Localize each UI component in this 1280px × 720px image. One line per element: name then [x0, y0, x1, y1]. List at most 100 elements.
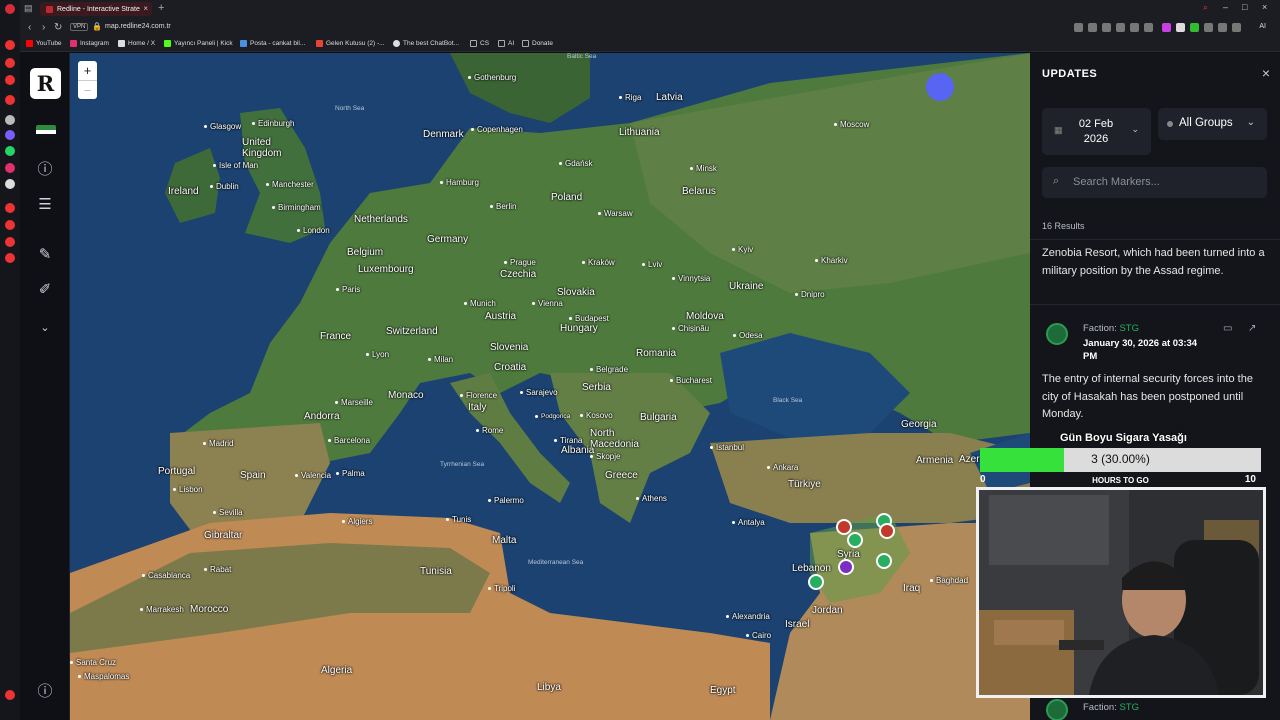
city-label: Vienna: [532, 299, 563, 308]
city-label: Ankara: [767, 463, 798, 472]
event-marker[interactable]: [879, 523, 895, 539]
tab-redline[interactable]: Redline - Interactive Strate ×: [40, 2, 152, 16]
group-filter-button[interactable]: All Groups ⌄: [1158, 108, 1267, 140]
sliders-icon[interactable]: ☰: [34, 194, 56, 216]
city-label: Rome: [476, 426, 503, 435]
discord-icon[interactable]: [926, 73, 954, 101]
zoom-out-button[interactable]: −: [78, 80, 97, 99]
sea-label: North Sea: [335, 105, 365, 112]
list-item[interactable]: Faction: STG: [1030, 696, 1280, 720]
sidebar-app-icon[interactable]: [5, 115, 15, 125]
country-label: Austria: [485, 311, 517, 322]
ai-button[interactable]: AI: [1259, 23, 1266, 30]
extension-icon[interactable]: [1176, 23, 1185, 32]
extension-icon[interactable]: [1130, 23, 1139, 32]
back-icon[interactable]: ‹: [28, 22, 31, 33]
minimize-icon[interactable]: –: [1223, 2, 1228, 12]
forward-icon[interactable]: ›: [42, 22, 45, 33]
instagram-icon[interactable]: [5, 163, 15, 173]
extension-icon[interactable]: [1102, 23, 1111, 32]
bookmark-item[interactable]: Home / X: [118, 40, 155, 47]
whatsapp-icon[interactable]: [5, 146, 15, 156]
city-label: Algiers: [342, 517, 372, 526]
bookmark-item[interactable]: Posta - cankat bil...: [240, 40, 305, 47]
zoom-in-button[interactable]: +: [78, 61, 97, 80]
sidebar-app-icon[interactable]: [5, 253, 15, 263]
calendar-icon: ▦: [1054, 125, 1063, 135]
extension-icon[interactable]: [1116, 23, 1125, 32]
sidebar-app-icon[interactable]: [5, 690, 15, 700]
city-label: Hamburg: [440, 178, 479, 187]
maximize-icon[interactable]: □: [1242, 2, 1247, 12]
redline-logo[interactable]: R: [30, 68, 61, 99]
bookmark-item[interactable]: Yayıncı Paneli | Kick: [164, 40, 233, 47]
country-label: Syria: [837, 549, 860, 560]
ruler-icon[interactable]: ✎: [34, 244, 56, 266]
bookmark-item[interactable]: AI: [498, 40, 514, 47]
extension-icon[interactable]: [1162, 23, 1171, 32]
lock-icon[interactable]: 🔒: [92, 22, 102, 31]
country-label: Algeria: [321, 665, 353, 676]
menu-icon[interactable]: [1232, 23, 1241, 32]
sidebar-app-icon[interactable]: [5, 220, 15, 230]
download-icon[interactable]: [1218, 23, 1227, 32]
faction-value[interactable]: STG: [1119, 702, 1139, 713]
bookmark-item[interactable]: YouTube: [26, 40, 62, 47]
bookmark-item[interactable]: Donate: [522, 40, 553, 47]
search-box: ⌕: [1042, 167, 1267, 198]
map-terrain: [70, 53, 1030, 720]
bookmark-item[interactable]: CS: [470, 40, 489, 47]
vpn-badge[interactable]: VPN: [70, 23, 89, 31]
city-label: Palermo: [488, 496, 524, 505]
search-icon[interactable]: ⌕: [1203, 2, 1208, 13]
event-marker[interactable]: [876, 553, 892, 569]
video-icon[interactable]: ▭: [1223, 323, 1232, 334]
event-marker[interactable]: [808, 574, 824, 590]
event-marker[interactable]: [847, 532, 863, 548]
date-filter-button[interactable]: ▦ 02 Feb 2026 ⌄: [1042, 108, 1151, 155]
sidebar-app-icon[interactable]: [5, 237, 15, 247]
country-label: Hungary: [560, 323, 598, 334]
syria-flag-icon[interactable]: [36, 125, 56, 139]
folder-icon: [498, 40, 505, 47]
pen-icon[interactable]: ✐: [34, 279, 56, 301]
city-label: Tirana: [554, 436, 582, 445]
opera-logo-icon[interactable]: [5, 4, 15, 14]
sidebar-app-icon[interactable]: [5, 203, 15, 213]
sidebar-app-icon[interactable]: [5, 75, 15, 85]
new-tab-icon[interactable]: +: [158, 2, 164, 14]
sidebar-app-icon[interactable]: [5, 58, 15, 68]
close-window-icon[interactable]: ×: [1262, 2, 1267, 12]
extension-icon[interactable]: [1204, 23, 1213, 32]
bookmark-item[interactable]: The best ChatBot...: [393, 40, 459, 47]
tab-close-icon[interactable]: ×: [143, 4, 148, 13]
sidebar-app-icon[interactable]: [5, 40, 15, 50]
external-link-icon[interactable]: ↗: [1248, 323, 1256, 334]
tab-menu-icon[interactable]: ▤: [24, 3, 33, 14]
event-marker[interactable]: [838, 559, 854, 575]
map-canvas[interactable]: + − Baltic Sea North Sea Black Sea Tyrrh…: [70, 53, 1030, 720]
extension-icon[interactable]: [1190, 23, 1199, 32]
extension-icon[interactable]: [1144, 23, 1153, 32]
mail-icon: [240, 40, 247, 47]
reload-icon[interactable]: ↻: [54, 22, 62, 33]
info-icon[interactable]: ⓘ: [34, 159, 56, 181]
city-label: Gdańsk: [559, 159, 593, 168]
bookmark-item[interactable]: Instagram: [70, 40, 109, 47]
country-label: Czechia: [500, 269, 537, 280]
browser-sidebar: [0, 0, 20, 720]
info-icon[interactable]: ⓘ: [34, 681, 56, 703]
bookmark-item[interactable]: Gelen Kutusu (2) -...: [316, 40, 385, 47]
sidebar-app-icon[interactable]: [5, 95, 15, 105]
x-icon: [118, 40, 125, 47]
faction-value[interactable]: STG: [1119, 323, 1139, 334]
extension-icon[interactable]: [1074, 23, 1083, 32]
redline-favicon-icon: [46, 5, 53, 13]
sidebar-app-icon[interactable]: [5, 130, 15, 140]
extension-icon[interactable]: [1088, 23, 1097, 32]
search-input[interactable]: [1073, 173, 1253, 191]
url-field[interactable]: map.redline24.com.tr: [105, 23, 171, 30]
chevron-down-icon[interactable]: ⌄: [34, 317, 56, 339]
x-icon[interactable]: [5, 179, 15, 189]
close-icon[interactable]: ×: [1262, 65, 1270, 81]
